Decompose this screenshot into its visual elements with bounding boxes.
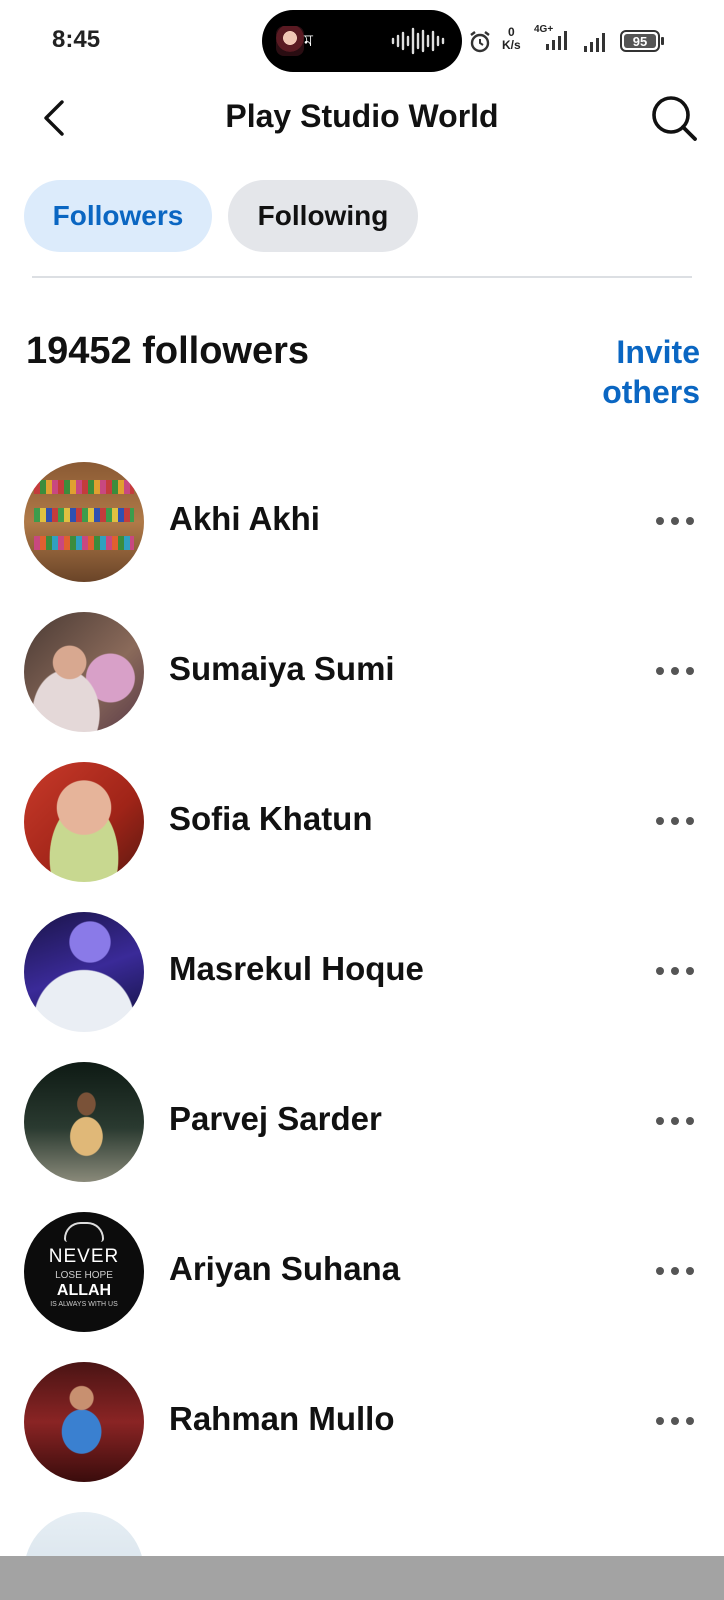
more-options-icon[interactable]: [654, 1412, 696, 1430]
list-item[interactable]: Parvej Sarder: [0, 1062, 724, 1182]
list-item[interactable]: Sofia Khatun: [0, 762, 724, 882]
avatar[interactable]: [24, 1062, 144, 1182]
signal-icon: [546, 31, 567, 50]
avatar[interactable]: [24, 912, 144, 1032]
more-options-icon[interactable]: [654, 962, 696, 980]
more-options-icon[interactable]: [654, 1262, 696, 1280]
avatar-text-line1: NEVER: [48, 1246, 120, 1267]
status-icons: 0 K/s 4G+ 95: [468, 24, 668, 58]
avatar[interactable]: [24, 612, 144, 732]
list-item[interactable]: Masrekul Hoque: [0, 912, 724, 1032]
avatar[interactable]: [24, 462, 144, 582]
avatar[interactable]: [24, 762, 144, 882]
network-speed: 0 K/s: [502, 26, 521, 52]
alarm-icon: [470, 31, 490, 53]
followers-count: 19452 followers: [26, 330, 310, 372]
divider: [32, 276, 692, 278]
search-icon[interactable]: [650, 94, 700, 144]
media-thumbnail: [276, 26, 304, 56]
invite-others-link[interactable]: Invite others: [560, 332, 700, 412]
tab-following[interactable]: Following: [228, 180, 418, 252]
more-options-icon[interactable]: [654, 812, 696, 830]
follower-name[interactable]: Sumaiya Sumi: [169, 650, 395, 688]
battery-level: 95: [633, 34, 647, 49]
follower-name[interactable]: Rahman Mullo: [169, 1400, 395, 1438]
speed-unit: K/s: [502, 38, 521, 52]
dynamic-island[interactable]: ম: [262, 10, 462, 72]
more-options-icon[interactable]: [654, 1112, 696, 1130]
audio-wave-icon: [391, 27, 445, 55]
list-item[interactable]: NEVER LOSE HOPE ALLAH IS ALWAYS WITH US …: [0, 1212, 724, 1332]
island-label: ম: [304, 33, 313, 50]
avatar-text-line3: ALLAH: [56, 1282, 112, 1299]
list-item[interactable]: Akhi Akhi: [0, 462, 724, 582]
battery-icon: 95: [620, 30, 666, 52]
invite-label-line1: Invite: [616, 334, 700, 370]
avatar[interactable]: NEVER LOSE HOPE ALLAH IS ALWAYS WITH US: [24, 1212, 144, 1332]
avatar-text-line4: IS ALWAYS WITH US: [50, 1301, 118, 1308]
status-bar: 8:45 ম 0 K/s 4G+ 95: [0, 0, 724, 84]
follower-name[interactable]: Parvej Sarder: [169, 1100, 382, 1138]
invite-label-line2: others: [602, 374, 700, 410]
calligraphy-graphic: [64, 1222, 104, 1242]
more-options-icon[interactable]: [654, 512, 696, 530]
tab-followers[interactable]: Followers: [24, 180, 212, 252]
avatar-text-line2: LOSE HOPE: [55, 1270, 113, 1281]
page-title: Play Studio World: [225, 98, 499, 134]
signal-icon-2: [584, 33, 605, 52]
more-options-icon[interactable]: [654, 662, 696, 680]
follower-name[interactable]: Akhi Akhi: [169, 500, 320, 538]
follower-name[interactable]: Masrekul Hoque: [169, 950, 424, 988]
navigation-bar: [0, 1556, 724, 1600]
list-item[interactable]: Rahman Mullo: [0, 1362, 724, 1482]
avatar[interactable]: [24, 1362, 144, 1482]
app-header: Play Studio World: [0, 84, 724, 156]
network-indicator: 4G+: [534, 24, 568, 54]
follower-name[interactable]: Ariyan Suhana: [169, 1250, 400, 1288]
follower-name[interactable]: Sofia Khatun: [169, 800, 373, 838]
status-time: 8:45: [52, 26, 101, 53]
list-item[interactable]: Sumaiya Sumi: [0, 612, 724, 732]
